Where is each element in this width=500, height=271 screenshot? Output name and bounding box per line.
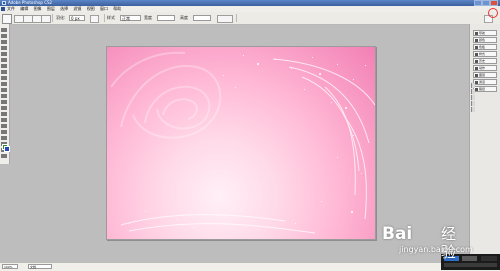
panel-label: 通道	[479, 80, 486, 84]
navigator-icon	[475, 32, 478, 35]
feather-label: 羽化:	[56, 15, 66, 20]
highlight-circle	[488, 8, 498, 18]
dodge-tool-icon[interactable]	[1, 106, 7, 110]
channels-icon	[475, 81, 478, 84]
toolbox	[0, 24, 10, 164]
options-separator	[236, 14, 237, 22]
healing-tool-icon[interactable]	[1, 64, 7, 68]
photoshop-app-icon	[2, 1, 6, 5]
feather-input[interactable]: 0 px	[69, 15, 85, 21]
menu-image[interactable]: 图像	[34, 6, 42, 11]
rail-tab[interactable]	[471, 83, 475, 88]
document-canvas[interactable]	[106, 46, 376, 240]
brush-tool-icon[interactable]	[1, 70, 7, 74]
history-brush-tool-icon[interactable]	[1, 82, 7, 86]
options-bar: 羽化: 0 px 样式 正常 宽度 高度	[0, 12, 500, 25]
panel-styles-button[interactable]: 样式	[473, 51, 497, 57]
refine-edge-button[interactable]	[217, 15, 233, 23]
slice-tool-icon[interactable]	[1, 58, 7, 62]
rail-tab[interactable]	[471, 95, 475, 100]
menu-window[interactable]: 窗口	[100, 6, 108, 11]
menu-view[interactable]: 视图	[87, 6, 95, 11]
menu-help[interactable]: 帮助	[113, 6, 121, 11]
panel-label: 导航	[479, 31, 486, 35]
anti-alias-checkbox[interactable]	[90, 15, 99, 23]
panel-channels-button[interactable]: 通道	[473, 79, 497, 85]
menu-edit[interactable]: 编辑	[20, 6, 28, 11]
options-separator	[104, 14, 105, 22]
pen-tool-icon[interactable]	[1, 124, 7, 128]
move-tool-icon[interactable]	[1, 28, 7, 32]
style-label: 样式	[107, 15, 115, 20]
eraser-tool-icon[interactable]	[1, 88, 7, 92]
panel-collapse-rail[interactable]	[471, 82, 475, 114]
rail-tab[interactable]	[471, 107, 475, 112]
marquee-tool-icon[interactable]	[1, 34, 7, 38]
panel-swatches-button[interactable]: 色板	[473, 44, 497, 50]
sparkle-dots	[107, 47, 375, 239]
background-color-swatch[interactable]	[4, 146, 10, 152]
height-input[interactable]	[193, 15, 211, 21]
panel-label: 色板	[479, 45, 486, 49]
layers-icon	[475, 74, 478, 77]
blur-tool-icon[interactable]	[1, 100, 7, 104]
path-selection-tool-icon[interactable]	[1, 112, 7, 116]
stamp-tool-icon[interactable]	[1, 76, 7, 80]
tray-strip	[444, 263, 497, 267]
panel-actions-button[interactable]: 动作	[473, 65, 497, 71]
watermark-url: jingyan.baidu.com	[399, 245, 473, 254]
style-dropdown[interactable]: 正常	[120, 15, 141, 21]
panel-history-button[interactable]: 历史	[473, 58, 497, 64]
selection-mode-intersect[interactable]	[41, 15, 51, 23]
swatches-icon	[475, 46, 478, 49]
panel-label: 样式	[479, 52, 486, 56]
rail-tab[interactable]	[471, 101, 475, 106]
panel-layers-button[interactable]: 图层	[473, 72, 497, 78]
watermark-brand-suffix: 经验	[441, 225, 457, 261]
notes-tool-icon[interactable]	[1, 136, 7, 140]
width-label: 宽度	[144, 15, 152, 20]
zoom-tool-icon[interactable]	[1, 154, 7, 158]
watermark-brand: Bai	[382, 224, 413, 244]
actions-icon	[475, 67, 478, 70]
panel-label: 图层	[479, 73, 486, 77]
lasso-tool-icon[interactable]	[1, 40, 7, 44]
paths-icon	[475, 88, 478, 91]
marquee-tool-preset[interactable]	[2, 14, 12, 24]
menu-select[interactable]: 选择	[60, 6, 68, 11]
panel-paths-button[interactable]: 路径	[473, 86, 497, 92]
rail-tab[interactable]	[471, 89, 475, 94]
ps-logo-icon	[1, 7, 5, 11]
panel-label: 历史	[479, 59, 486, 63]
panel-label: 动作	[479, 66, 486, 70]
width-input[interactable]	[157, 15, 175, 21]
gradient-tool-icon[interactable]	[1, 94, 7, 98]
panel-navigator-button[interactable]: 导航	[473, 30, 497, 36]
panel-dock: 导航 颜色 色板 样式 历史 动作 图层 通道 路径	[469, 24, 500, 270]
panel-color-button[interactable]: 颜色	[473, 37, 497, 43]
options-separator	[52, 14, 53, 22]
crop-tool-icon[interactable]	[1, 52, 7, 56]
styles-icon	[475, 53, 478, 56]
baidu-jingyan-watermark: Bai 经验 jingyan.baidu.com	[382, 223, 473, 263]
menu-file[interactable]: 文件	[7, 6, 15, 11]
magic-wand-tool-icon[interactable]	[1, 46, 7, 50]
panel-label: 颜色	[479, 38, 486, 42]
shape-tool-icon[interactable]	[1, 130, 7, 134]
type-tool-icon[interactable]	[1, 118, 7, 122]
menu-filter[interactable]: 滤镜	[73, 6, 81, 11]
tray-app-icon[interactable]	[481, 256, 497, 261]
color-icon	[475, 39, 478, 42]
menu-layer[interactable]: 图层	[47, 6, 55, 11]
panel-label: 路径	[479, 87, 486, 91]
history-icon	[475, 60, 478, 63]
height-label: 高度	[180, 15, 188, 20]
